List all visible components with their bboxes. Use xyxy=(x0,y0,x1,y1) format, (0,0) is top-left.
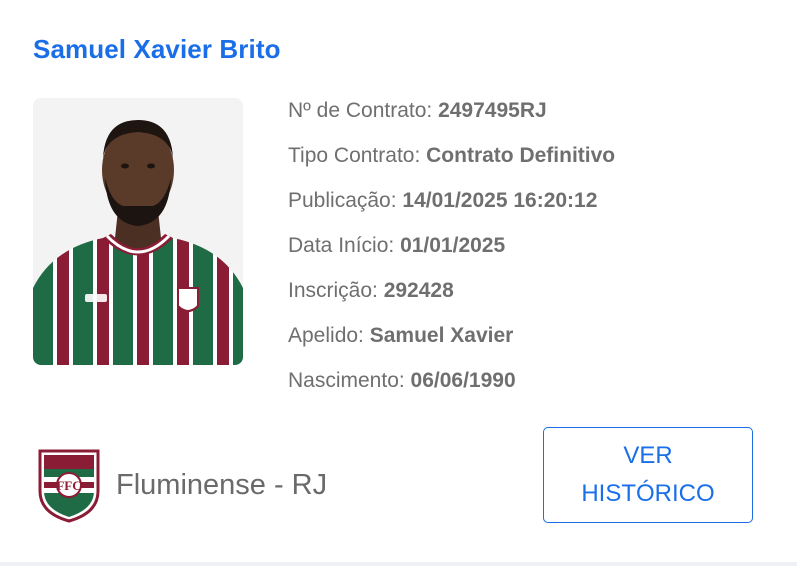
contract-number-label: Nº de Contrato: xyxy=(288,99,439,122)
view-history-button[interactable]: VER HISTÓRICO xyxy=(543,427,753,523)
birth-date-value: 06/06/1990 xyxy=(410,369,516,392)
start-date-label: Data Início: xyxy=(288,234,401,257)
start-date-row: Data Início: 01/01/2025 xyxy=(288,230,768,275)
player-photo xyxy=(33,98,243,365)
birth-date-label: Nascimento: xyxy=(288,369,411,392)
contract-type-label: Tipo Contrato: xyxy=(288,144,427,167)
publication-row: Publicação: 14/01/2025 16:20:12 xyxy=(288,185,768,230)
club-name: Fluminense - RJ xyxy=(116,468,328,501)
player-contract-card: Samuel Xavier Brito Nº de Contrato: 2497… xyxy=(0,0,797,566)
registration-row: Inscrição: 292428 xyxy=(288,275,768,320)
fluminense-crest-icon: FFC xyxy=(38,449,100,523)
contract-details: Nº de Contrato: 2497495RJ Tipo Contrato:… xyxy=(288,95,768,410)
nickname-value: Samuel Xavier xyxy=(369,324,514,347)
player-name-link[interactable]: Samuel Xavier Brito xyxy=(33,34,281,65)
birth-date-row: Nascimento: 06/06/1990 xyxy=(288,365,768,410)
registration-value: 292428 xyxy=(383,279,454,302)
publication-value: 14/01/2025 16:20:12 xyxy=(402,189,598,212)
contract-type-value: Contrato Definitivo xyxy=(426,144,616,167)
registration-label: Inscrição: xyxy=(288,279,384,302)
view-history-label: VER HISTÓRICO xyxy=(581,442,715,507)
crest-letters: FFC xyxy=(56,478,81,493)
nickname-label: Apelido: xyxy=(288,324,370,347)
contract-type-row: Tipo Contrato: Contrato Definitivo xyxy=(288,140,768,185)
contract-number-row: Nº de Contrato: 2497495RJ xyxy=(288,95,768,140)
nickname-row: Apelido: Samuel Xavier xyxy=(288,320,768,365)
contract-number-value: 2497495RJ xyxy=(438,99,547,122)
club-info: FFC Fluminense - RJ xyxy=(36,447,327,523)
publication-label: Publicação: xyxy=(288,189,403,212)
start-date-value: 01/01/2025 xyxy=(400,234,506,257)
